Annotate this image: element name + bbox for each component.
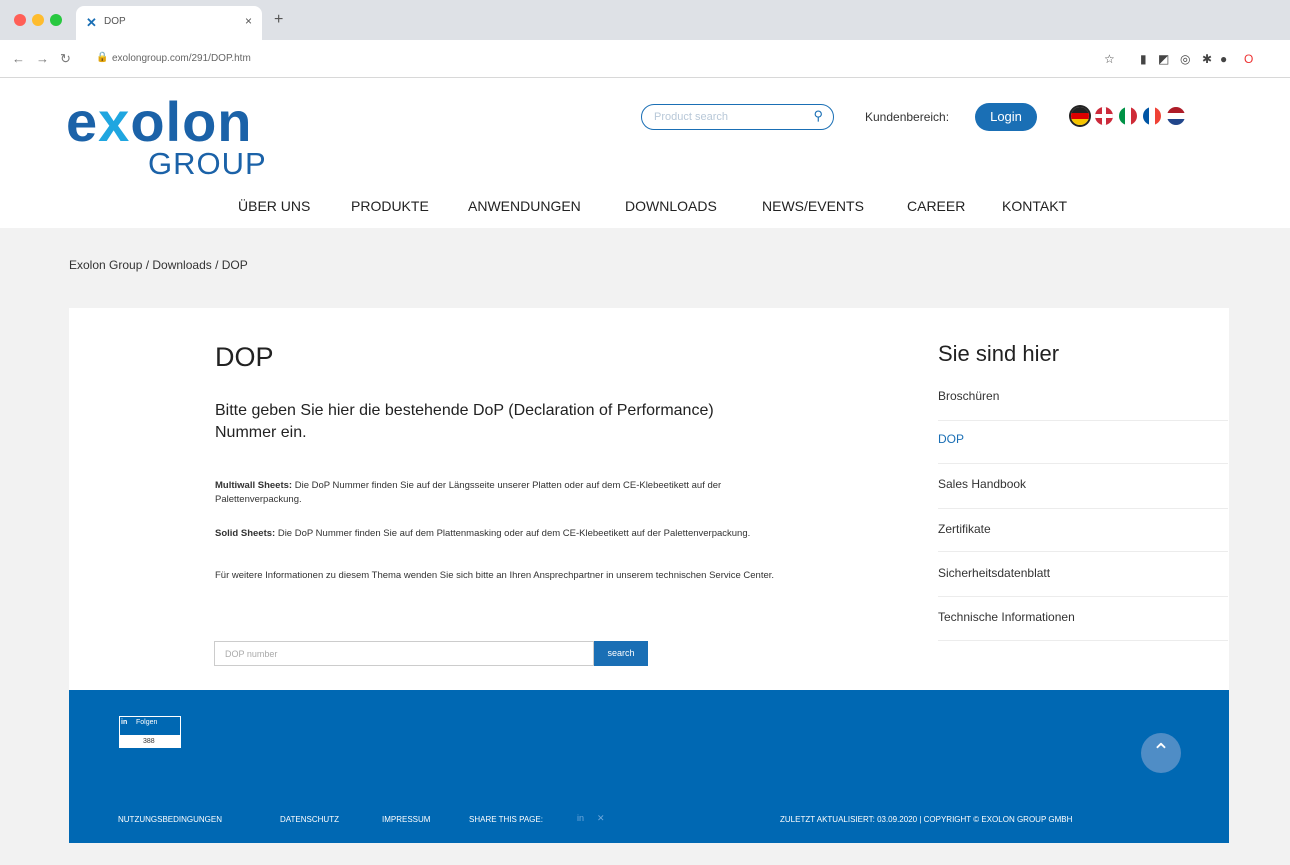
linkedin-share-icon[interactable]: in: [577, 813, 584, 823]
italian-flag-icon[interactable]: [1119, 107, 1137, 125]
sidebar-divider: [938, 508, 1228, 509]
solid-paragraph: Solid Sheets: Die DoP Nummer finden Sie …: [215, 527, 785, 541]
sidebar-item-dop[interactable]: DOP: [938, 432, 1228, 446]
footer-link-datenschutz[interactable]: DATENSCHUTZ: [280, 815, 339, 824]
xing-share-icon[interactable]: ✕: [597, 813, 605, 824]
page-title: DOP: [215, 342, 274, 372]
sidebar-divider: [938, 551, 1228, 552]
solid-label: Solid Sheets:: [215, 528, 276, 539]
chevron-up-icon: ⌃: [1151, 739, 1171, 764]
multiwall-label: Multiwall Sheets:: [215, 480, 293, 491]
nav-item-produkte[interactable]: PRODUKTE: [351, 198, 429, 214]
sidebar-divider: [938, 640, 1228, 641]
intro-text: Bitte geben Sie hier die bestehende DoP …: [215, 402, 714, 441]
extension-icon[interactable]: ◩: [1158, 52, 1169, 66]
logo-group-text: GROUP: [148, 146, 267, 181]
lock-icon: 🔒: [96, 52, 109, 63]
breadcrumb[interactable]: Exolon Group / Downloads / DOP: [69, 258, 248, 272]
dop-search-button[interactable]: search: [594, 641, 648, 666]
sidebar-title: Sie sind hier: [938, 341, 1060, 366]
puzzle-icon[interactable]: ✱: [1202, 52, 1212, 66]
dop-number-input[interactable]: [214, 641, 594, 666]
dutch-flag-icon[interactable]: [1167, 107, 1185, 125]
exolon-logo[interactable]: exolon: [66, 94, 253, 150]
product-search: ⚲: [641, 104, 834, 130]
sidebar-item-sales-handbook[interactable]: Sales Handbook: [938, 477, 1228, 491]
share-this-page-label: SHARE THIS PAGE:: [469, 815, 543, 824]
address-bar: ← → ↻ 🔒 exolongroup.com/291/DOP.htm ☆ ▮ …: [0, 40, 1290, 78]
footer-updated-copyright: ZULETZT AKTUALISIERT: 03.09.2020 | COPYR…: [780, 815, 1073, 824]
extension-icon[interactable]: ▮: [1140, 52, 1147, 66]
forward-icon[interactable]: →: [36, 51, 49, 66]
scroll-to-top-button[interactable]: ⌃: [1141, 733, 1181, 773]
back-icon[interactable]: ←: [12, 51, 25, 66]
nav-item-anwendungen[interactable]: ANWENDUNGEN: [468, 198, 581, 214]
french-flag-icon[interactable]: [1143, 107, 1161, 125]
logo-accent-x: x: [98, 90, 131, 153]
sidebar-item-sicherheitsdatenblatt[interactable]: Sicherheitsdatenblatt: [938, 566, 1228, 580]
sidebar-item-zertifikate[interactable]: Zertifikate: [938, 522, 1228, 536]
minimize-window-icon[interactable]: [32, 14, 44, 26]
exolon-favicon-icon: ✕: [86, 15, 97, 30]
tab-close-icon[interactable]: ×: [245, 14, 252, 28]
german-flag-icon[interactable]: [1071, 107, 1089, 125]
tab-title: DOP: [104, 16, 126, 27]
extension-icon[interactable]: ◎: [1180, 52, 1190, 66]
bookmark-star-icon[interactable]: ☆: [1104, 52, 1115, 66]
footer-link-impressum[interactable]: IMPRESSUM: [382, 815, 430, 824]
opera-icon[interactable]: O: [1244, 52, 1253, 66]
footer-link-nutzungsbedingungen[interactable]: NUTZUNGSBEDINGUNGEN: [118, 815, 222, 824]
main-navigation: ÜBER UNS PRODUKTE ANWENDUNGEN DOWNLOADS …: [0, 198, 1290, 218]
logo-wordmark: exolon: [66, 90, 253, 153]
close-window-icon[interactable]: [14, 14, 26, 26]
extension-icon[interactable]: ●: [1220, 52, 1227, 66]
url-field[interactable]: 🔒 exolongroup.com/291/DOP.htm: [88, 47, 1088, 71]
sidebar-divider: [938, 420, 1228, 421]
nav-item-ueber-uns[interactable]: ÜBER UNS: [238, 198, 310, 214]
search-icon[interactable]: ⚲: [813, 108, 823, 124]
login-button[interactable]: Login: [975, 103, 1037, 131]
sidebar-item-broschueren[interactable]: Broschüren: [938, 389, 1228, 403]
solid-text: Die DoP Nummer finden Sie auf dem Platte…: [275, 528, 751, 539]
sidebar-item-technische-informationen[interactable]: Technische Informationen: [938, 610, 1228, 624]
nav-item-downloads[interactable]: DOWNLOADS: [625, 198, 717, 214]
new-tab-icon[interactable]: +: [274, 11, 283, 29]
info-paragraph: Für weitere Informationen zu diesem Them…: [215, 570, 775, 581]
multiwall-paragraph: Multiwall Sheets: Die DoP Nummer finden …: [215, 479, 785, 507]
customer-area-label: Kundenbereich:: [865, 110, 950, 124]
nav-item-news-events[interactable]: NEWS/EVENTS: [762, 198, 864, 214]
product-search-input[interactable]: [654, 109, 804, 125]
reload-icon[interactable]: ↻: [60, 51, 71, 67]
url-text: exolongroup.com/291/DOP.htm: [112, 53, 251, 64]
browser-tab-bar: ✕ DOP × +: [0, 0, 1290, 40]
maximize-window-icon[interactable]: [50, 14, 62, 26]
uk-flag-icon[interactable]: [1095, 107, 1113, 125]
nav-item-kontakt[interactable]: KONTAKT: [1002, 198, 1067, 214]
sidebar-divider: [938, 463, 1228, 464]
linkedin-follower-count: 388: [143, 738, 155, 745]
nav-item-career[interactable]: CAREER: [907, 198, 965, 214]
browser-tab[interactable]: ✕ DOP ×: [76, 6, 262, 40]
linkedin-follow-label: Folgen: [136, 719, 158, 726]
sidebar-divider: [938, 596, 1228, 597]
linkedin-icon: in: [121, 719, 128, 726]
